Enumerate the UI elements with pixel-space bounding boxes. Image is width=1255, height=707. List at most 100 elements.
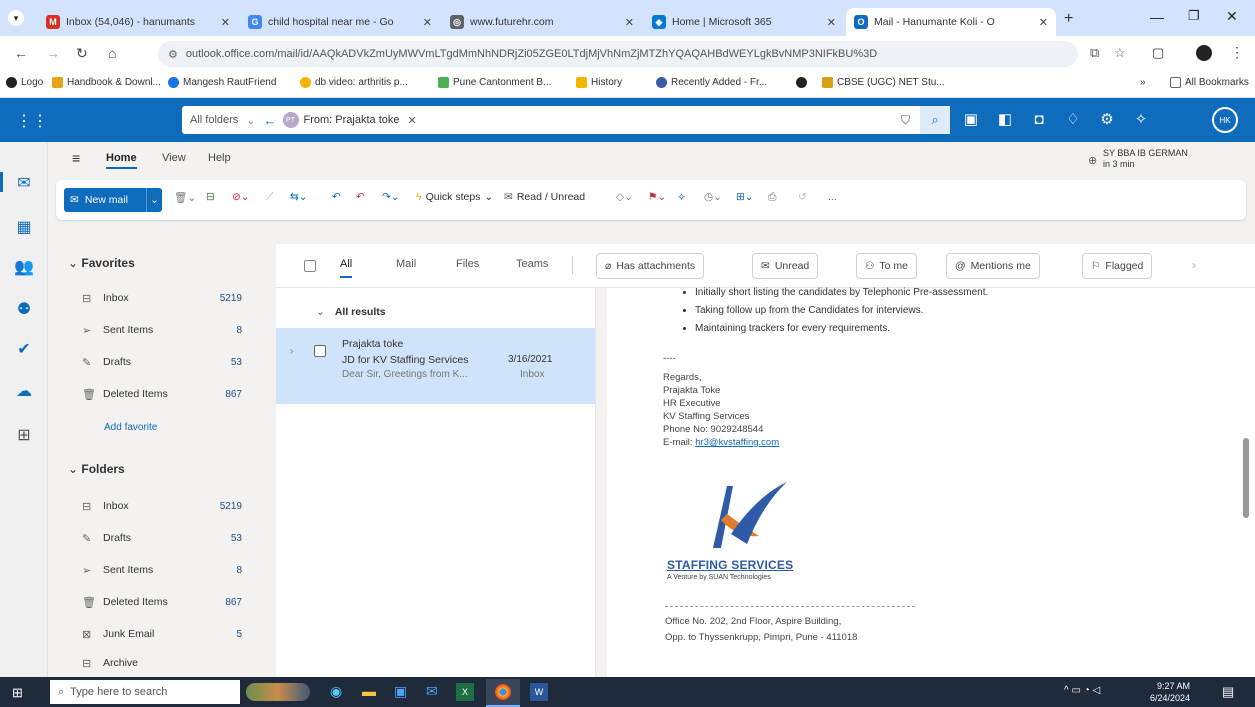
quick-steps-button[interactable]: ϟ Quick steps ⌄: [416, 191, 493, 203]
all-bookmarks-button[interactable]: All Bookmarks: [1170, 77, 1249, 88]
flagged-chip[interactable]: ⚐ Flagged: [1082, 253, 1153, 279]
bookmark-item[interactable]: Mangesh RautFriend: [168, 77, 276, 88]
policy-icon[interactable]: ⊞⌄: [736, 191, 754, 203]
calendar-icon[interactable]: ▦: [13, 216, 35, 238]
undo-icon[interactable]: ↺: [798, 191, 807, 203]
mail-icon[interactable]: ✉: [13, 172, 35, 194]
to-me-chip[interactable]: ⚇ To me: [856, 253, 918, 279]
windows-start-icon[interactable]: ⊞: [12, 685, 23, 701]
tips-icon[interactable]: ✧: [1132, 110, 1150, 128]
new-tab-button[interactable]: +: [1064, 10, 1073, 28]
browser-menu-icon[interactable]: ⋮: [1230, 44, 1244, 61]
browser-tab-outlook[interactable]: O Mail - Hanumante Koli - O ✕: [846, 8, 1056, 36]
reading-scrollbar[interactable]: [1243, 438, 1249, 518]
tab-search-button[interactable]: ▾: [8, 10, 24, 26]
teams-chat-icon[interactable]: ◘: [1030, 110, 1048, 128]
search-scope-dropdown[interactable]: All folders: [182, 114, 246, 126]
favorite-item-deleted[interactable]: 🗑 Deleted Items 867: [82, 384, 262, 404]
tab-help[interactable]: Help: [208, 152, 231, 164]
browser-tab-futurehr[interactable]: ◎ www.futurehr.com ✕: [442, 8, 642, 36]
bookmark-item[interactable]: [796, 77, 811, 88]
flag-icon[interactable]: ⚑⌄: [648, 191, 666, 203]
word-icon[interactable]: W: [530, 683, 548, 701]
close-icon[interactable]: ✕: [625, 16, 634, 29]
window-close-icon[interactable]: ✕: [1226, 8, 1238, 25]
reply-all-icon[interactable]: ↶: [356, 191, 365, 203]
people-icon[interactable]: 👥: [13, 256, 35, 278]
has-attachments-chip[interactable]: ⌀ Has attachments: [596, 253, 705, 279]
clock[interactable]: 9:27 AM 6/24/2024: [1150, 680, 1190, 704]
print-icon[interactable]: ⎙: [768, 191, 776, 204]
restore-icon[interactable]: ❐: [1188, 8, 1200, 24]
browser-tab-gmail[interactable]: M Inbox (54,046) - hanumants ✕: [38, 8, 238, 36]
bookmark-item[interactable]: Pune Cantonment B...: [438, 77, 551, 88]
app-launcher-icon[interactable]: ⋮⋮: [16, 111, 48, 131]
upcoming-reminder[interactable]: SY BBA IB GERMAN in 3 min: [1103, 148, 1188, 170]
filter-tab-teams[interactable]: Teams: [516, 258, 548, 270]
select-all-checkbox[interactable]: [304, 260, 316, 272]
mentions-me-chip[interactable]: @ Mentions me: [946, 253, 1040, 279]
favorite-item-drafts[interactable]: ✎ Drafts 53: [82, 352, 262, 372]
todo-check-icon[interactable]: ✔: [13, 338, 35, 360]
filter-tab-files[interactable]: Files: [456, 258, 479, 270]
close-icon[interactable]: ✕: [827, 16, 836, 29]
folder-item-drafts[interactable]: ✎ Drafts 53: [82, 528, 262, 548]
list-item[interactable]: › Prajakta toke JD for KV Staffing Servi…: [276, 328, 595, 404]
chevron-right-icon[interactable]: ›: [290, 346, 293, 357]
file-explorer-icon[interactable]: ▬: [362, 683, 376, 699]
more-apps-icon[interactable]: ⊞: [13, 424, 35, 446]
minimize-icon[interactable]: —: [1150, 9, 1164, 25]
browser-tab-google[interactable]: G child hospital near me - Go ✕: [240, 8, 440, 36]
tab-home[interactable]: Home: [106, 152, 137, 169]
extensions-icon[interactable]: ▢: [1152, 45, 1164, 61]
report-icon[interactable]: ⊘⌄: [232, 191, 250, 203]
unread-chip[interactable]: ✉ Unread: [752, 253, 819, 279]
folder-item-archive[interactable]: ⊟ Archive: [82, 656, 262, 670]
back-arrow-icon[interactable]: ←: [264, 113, 277, 128]
hamburger-menu-icon[interactable]: ≡: [72, 150, 80, 166]
filter-tab-mail[interactable]: Mail: [396, 258, 416, 270]
site-info-icon[interactable]: ⚙: [168, 48, 178, 61]
filter-tab-all[interactable]: All: [340, 258, 353, 278]
folder-item-junk[interactable]: ⊠ Junk Email 5: [82, 624, 262, 644]
install-app-icon[interactable]: ⧉: [1090, 45, 1099, 61]
reload-icon[interactable]: ↻: [76, 45, 88, 62]
onenote-icon[interactable]: ◧: [996, 110, 1014, 128]
sweep-icon[interactable]: ⟋: [266, 191, 273, 204]
pin-icon[interactable]: ⟡: [678, 191, 685, 204]
mail-app-icon[interactable]: ✉: [426, 683, 438, 700]
move-to-icon[interactable]: ⇆⌄: [290, 191, 308, 203]
bookmark-star-icon[interactable]: ☆: [1114, 45, 1126, 61]
search-box[interactable]: All folders ⌄ ← PT From: Prajakta toke ✕…: [182, 106, 950, 134]
close-icon[interactable]: ✕: [221, 16, 230, 29]
read-unread-button[interactable]: ✉ Read / Unread: [504, 191, 585, 203]
weather-widget[interactable]: [246, 683, 310, 701]
archive-icon[interactable]: ⊟: [206, 191, 215, 203]
taskbar-search-box[interactable]: ⌕ Type here to search: [50, 680, 240, 704]
search-icon[interactable]: ⌕: [920, 106, 950, 134]
chrome-taskbar-button[interactable]: [486, 679, 520, 707]
profile-avatar[interactable]: [1196, 45, 1212, 61]
clear-search-icon[interactable]: ✕: [408, 114, 417, 127]
close-icon[interactable]: ✕: [1039, 16, 1048, 29]
home-icon[interactable]: ⌂: [108, 45, 116, 61]
excel-icon[interactable]: X: [456, 683, 474, 701]
bookmark-item[interactable]: Recently Added - Fr...: [656, 77, 767, 88]
folder-item-deleted[interactable]: 🗑 Deleted Items 867: [82, 592, 262, 612]
bookmark-item[interactable]: CBSE (UGC) NET Stu...: [822, 77, 945, 88]
bookmark-item[interactable]: db video: arthritis p...: [300, 77, 408, 88]
filter-icon[interactable]: ⛉: [901, 113, 910, 128]
categorize-icon[interactable]: ◇⌄: [616, 191, 633, 203]
folder-item-inbox[interactable]: ⊟ Inbox 5219: [82, 496, 262, 516]
reply-icon[interactable]: ↶: [332, 191, 341, 203]
bookmark-item[interactable]: History: [576, 77, 622, 88]
system-tray[interactable]: ^ ▭ ◔ ◁: [1064, 685, 1100, 696]
tab-view[interactable]: View: [162, 152, 186, 164]
forward-mail-icon[interactable]: ↷⌄: [382, 191, 400, 203]
url-bar[interactable]: ⚙ outlook.office.com/mail/id/AAQkADVkZmU…: [158, 41, 1078, 67]
add-favorite-link[interactable]: Add favorite: [104, 422, 157, 433]
browser-tab-m365[interactable]: ◆ Home | Microsoft 365 ✕: [644, 8, 844, 36]
back-icon[interactable]: ←: [14, 45, 28, 61]
folder-item-sent[interactable]: ➢ Sent Items 8: [82, 560, 262, 580]
groups-icon[interactable]: ⚉: [13, 298, 35, 320]
